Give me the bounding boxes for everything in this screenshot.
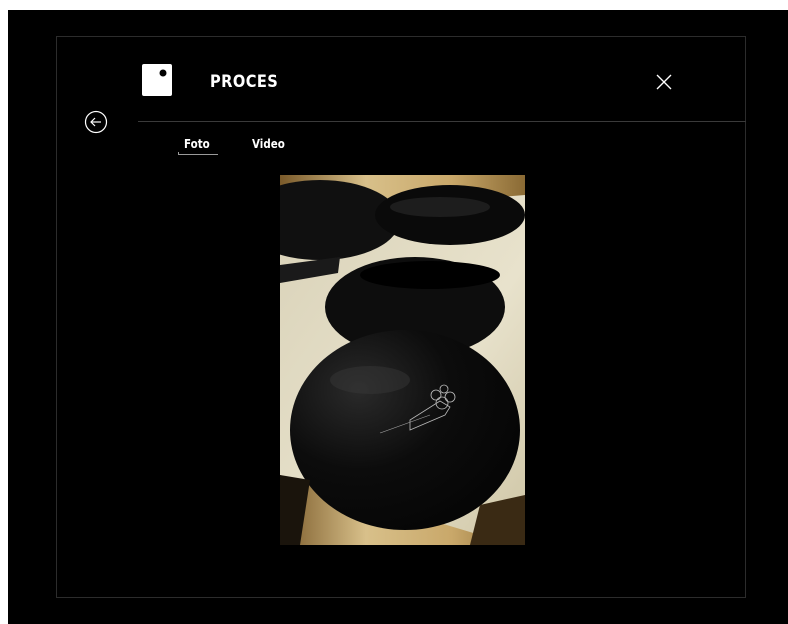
modal-title: PROCES xyxy=(210,72,279,92)
active-tab-indicator xyxy=(178,152,218,155)
app-logo-icon xyxy=(142,64,172,96)
back-arrow-icon[interactable] xyxy=(84,110,108,134)
close-icon[interactable] xyxy=(654,72,674,92)
header-divider xyxy=(138,121,746,122)
tab-video[interactable]: Video xyxy=(252,136,285,152)
tab-foto[interactable]: Foto xyxy=(184,136,210,152)
process-photo xyxy=(280,175,525,545)
